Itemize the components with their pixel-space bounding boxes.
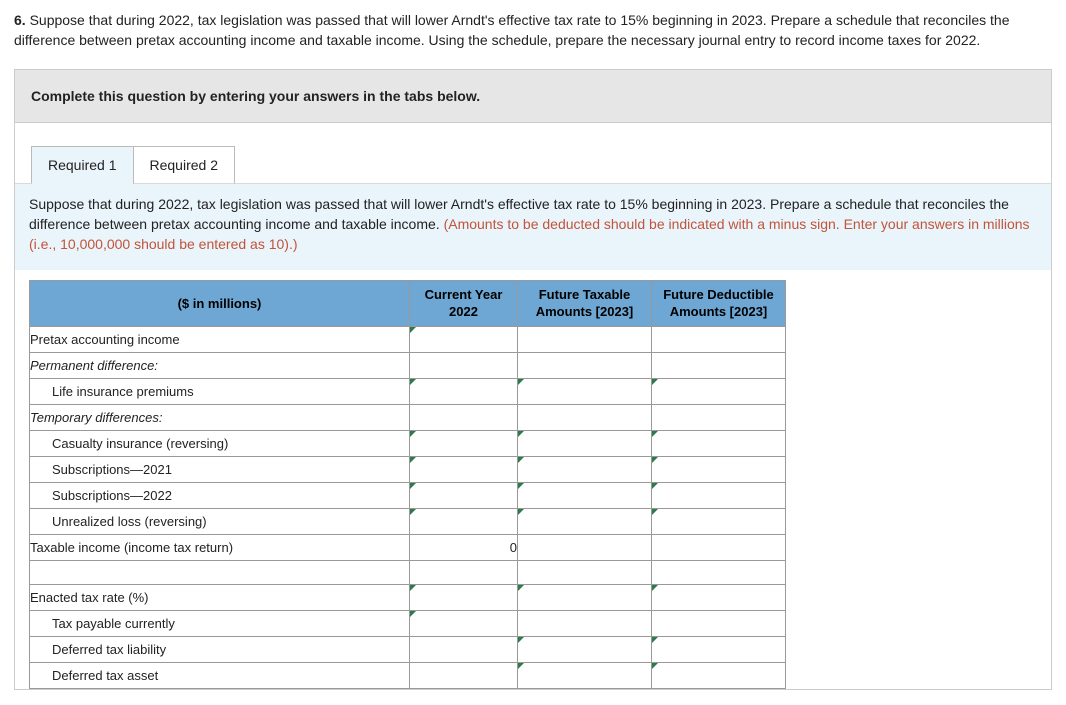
row-enacted: Enacted tax rate (%) [30,584,786,610]
input-life-ins-fd[interactable] [652,379,785,404]
cell-pretax-ft [518,326,652,352]
input-marker-icon [410,457,416,463]
row-tempdiff: Temporary differences: [30,404,786,430]
cell-taxable-cy: 0 [410,534,518,560]
input-casualty-fd[interactable] [652,431,785,456]
input-marker-icon [652,585,658,591]
header-future-taxable: Future Taxable Amounts [2023] [518,281,652,327]
label-dtl: Deferred tax liability [30,636,410,662]
label-casualty: Casualty insurance (reversing) [30,430,410,456]
label-tempdiff: Temporary differences: [30,404,410,430]
input-unreal-fd[interactable] [652,509,785,534]
input-marker-icon [652,379,658,385]
input-unreal-cy[interactable] [410,509,517,534]
input-marker-icon [652,457,658,463]
question-number: 6. [14,12,26,28]
row-dta: Deferred tax asset [30,662,786,688]
input-enacted-fd[interactable] [652,585,785,610]
input-casualty-ft[interactable] [518,431,651,456]
label-subs22: Subscriptions—2022 [30,482,410,508]
label-dta: Deferred tax asset [30,662,410,688]
input-marker-icon [410,483,416,489]
header-label: ($ in millions) [30,281,410,327]
label-taxpay: Tax payable currently [30,610,410,636]
input-marker-icon [518,457,524,463]
tab-required-2[interactable]: Required 2 [133,146,236,184]
input-dta-fd[interactable] [652,663,785,688]
header-current-year: Current Year 2022 [410,281,518,327]
input-life-ins-ft[interactable] [518,379,651,404]
row-taxpay: Tax payable currently [30,610,786,636]
input-pretax-cy[interactable] [410,327,517,352]
row-subs22: Subscriptions—2022 [30,482,786,508]
row-unreal: Unrealized loss (reversing) [30,508,786,534]
input-marker-icon [410,379,416,385]
input-marker-icon [652,509,658,515]
question-prompt: 6. Suppose that during 2022, tax legisla… [14,10,1052,51]
input-marker-icon [410,509,416,515]
input-dtl-fd[interactable] [652,637,785,662]
input-casualty-cy[interactable] [410,431,517,456]
label-enacted: Enacted tax rate (%) [30,584,410,610]
input-marker-icon [410,585,416,591]
input-marker-icon [518,585,524,591]
schedule-wrap: ($ in millions) Current Year 2022 Future… [15,270,1051,689]
input-subs21-fd[interactable] [652,457,785,482]
input-life-ins-cy[interactable] [410,379,517,404]
input-subs22-fd[interactable] [652,483,785,508]
answer-panel: Complete this question by entering your … [14,69,1052,690]
input-marker-icon [652,483,658,489]
input-enacted-cy[interactable] [410,585,517,610]
tab-required-1[interactable]: Required 1 [31,146,134,184]
input-unreal-ft[interactable] [518,509,651,534]
input-marker-icon [518,483,524,489]
row-life-ins: Life insurance premiums [30,378,786,404]
input-subs22-ft[interactable] [518,483,651,508]
input-subs22-cy[interactable] [410,483,517,508]
input-subs21-cy[interactable] [410,457,517,482]
label-life-ins: Life insurance premiums [30,378,410,404]
input-marker-icon [652,637,658,643]
input-marker-icon [410,611,416,617]
schedule-table: ($ in millions) Current Year 2022 Future… [29,280,786,689]
label-subs21: Subscriptions—2021 [30,456,410,482]
input-taxpay-cy[interactable] [410,611,517,636]
row-dtl: Deferred tax liability [30,636,786,662]
row-casualty: Casualty insurance (reversing) [30,430,786,456]
tab-body: Suppose that during 2022, tax legislatio… [15,183,1051,271]
cell-pretax-fd [652,326,786,352]
input-marker-icon [410,327,416,333]
input-marker-icon [518,509,524,515]
question-body: Suppose that during 2022, tax legislatio… [14,12,1010,48]
label-permdiff: Permanent difference: [30,352,410,378]
input-marker-icon [652,431,658,437]
label-taxable: Taxable income (income tax return) [30,534,410,560]
input-marker-icon [518,379,524,385]
input-marker-icon [652,663,658,669]
input-marker-icon [518,663,524,669]
row-subs21: Subscriptions—2021 [30,456,786,482]
label-unreal: Unrealized loss (reversing) [30,508,410,534]
input-subs21-ft[interactable] [518,457,651,482]
input-enacted-ft[interactable] [518,585,651,610]
input-marker-icon [410,431,416,437]
tabs-row: Required 1Required 2 [15,123,1051,184]
input-dta-ft[interactable] [518,663,651,688]
input-marker-icon [518,431,524,437]
label-pretax: Pretax accounting income [30,326,410,352]
cell-pretax-cy [410,326,518,352]
row-taxable: Taxable income (income tax return) 0 [30,534,786,560]
row-permdiff: Permanent difference: [30,352,786,378]
input-dtl-ft[interactable] [518,637,651,662]
instruction-bar: Complete this question by entering your … [15,70,1051,123]
header-future-deductible: Future Deductible Amounts [2023] [652,281,786,327]
row-spacer [30,560,786,584]
row-pretax: Pretax accounting income [30,326,786,352]
input-marker-icon [518,637,524,643]
